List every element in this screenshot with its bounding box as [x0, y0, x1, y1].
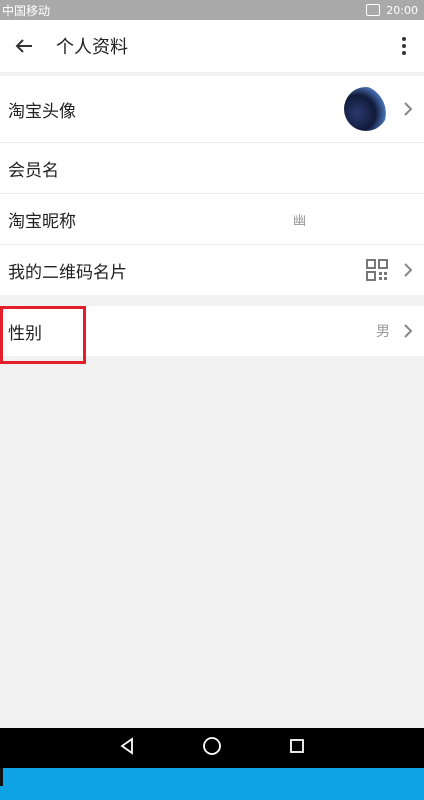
profile-list: 淘宝头像 会员名 淘宝昵称 幽 我的二维码名片 — [0, 76, 424, 295]
avatar — [344, 87, 388, 131]
back-arrow-icon[interactable] — [12, 34, 36, 58]
nav-back-icon[interactable] — [117, 736, 137, 760]
status-icons: 20:00 — [366, 4, 424, 17]
row-label: 会员名 — [8, 160, 59, 181]
row-label: 淘宝头像 — [8, 101, 76, 122]
page-title: 个人资料 — [56, 37, 128, 58]
row-value: 幽 — [292, 213, 306, 229]
clock-time: 20:00 — [386, 3, 418, 17]
chevron-right-icon — [400, 323, 416, 339]
nav-home-icon[interactable] — [201, 735, 223, 761]
row-qr-card[interactable]: 我的二维码名片 — [0, 245, 424, 295]
highlight-box — [0, 306, 86, 364]
row-avatar[interactable]: 淘宝头像 — [0, 76, 424, 143]
qr-code-icon — [366, 259, 388, 281]
system-nav-bar — [0, 728, 424, 768]
battery-icon — [366, 4, 381, 16]
row-label: 我的二维码名片 — [8, 262, 127, 283]
carrier-name: 中国移动 — [2, 3, 51, 18]
row-value: 男 — [376, 324, 390, 340]
more-vertical-icon[interactable] — [396, 34, 412, 58]
bottom-edge-marker — [0, 768, 3, 786]
bottom-accent-band — [0, 768, 424, 800]
row-nickname[interactable]: 淘宝昵称 幽 — [0, 194, 424, 245]
chevron-right-icon — [400, 101, 416, 117]
status-bar: 中国移动 20:00 — [0, 0, 424, 20]
app-bar: 个人资料 — [0, 20, 424, 72]
nav-recents-icon[interactable] — [287, 736, 307, 760]
row-label: 淘宝昵称 — [8, 211, 76, 232]
chevron-right-icon — [400, 262, 416, 278]
row-member-name[interactable]: 会员名 — [0, 143, 424, 194]
